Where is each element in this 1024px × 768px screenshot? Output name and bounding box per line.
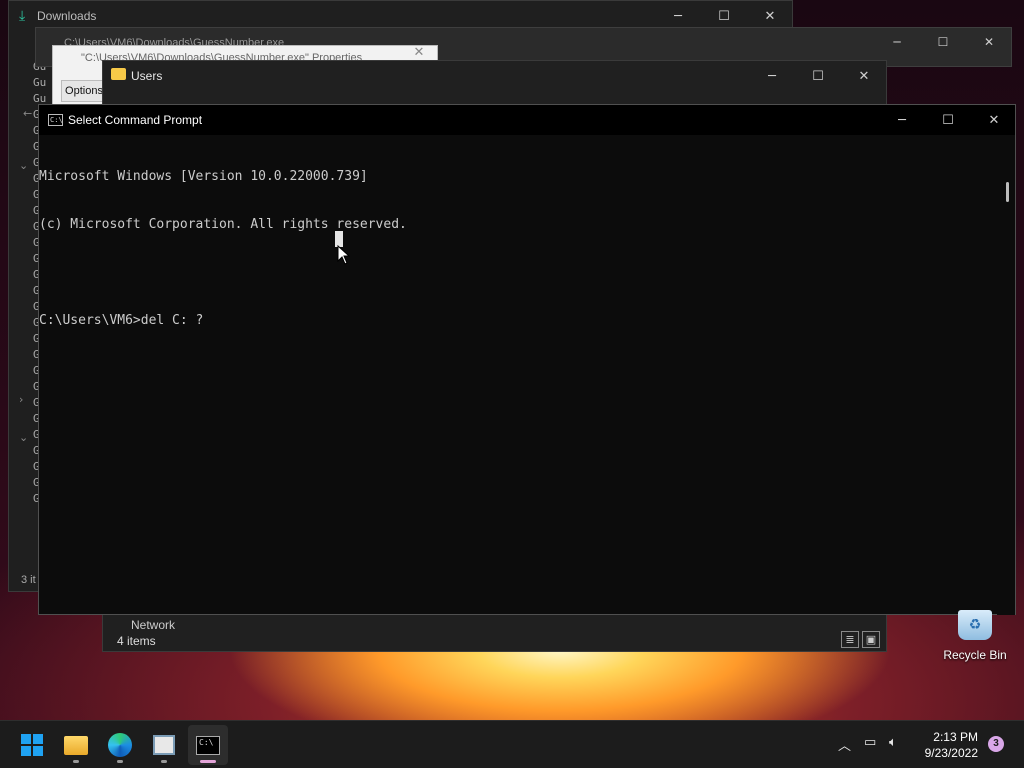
- command-prompt-icon: C:\: [196, 735, 220, 755]
- mouse-pointer-icon: [337, 245, 351, 265]
- application-window-icon: [153, 735, 175, 755]
- chevron-down-icon[interactable]: ⌄: [19, 431, 28, 444]
- close-icon: ✕: [983, 35, 995, 49]
- details-view-icon[interactable]: ≣: [841, 631, 859, 648]
- folder-icon: [111, 68, 126, 80]
- windows-logo-icon: [21, 734, 43, 756]
- sidebar-item-network[interactable]: Network: [131, 618, 175, 632]
- guessnumber-close-button[interactable]: ✕: [966, 28, 1012, 56]
- cmd-scrollbar[interactable]: [997, 135, 1015, 615]
- file-explorer-icon: [64, 735, 88, 755]
- maximize-icon: ☐: [718, 8, 730, 24]
- cmd-close-button[interactable]: ✕: [971, 105, 1017, 135]
- close-icon: ✕: [764, 8, 776, 24]
- command-prompt-icon: C:\: [48, 114, 63, 126]
- list-item[interactable]: Gu: [33, 75, 46, 91]
- chevron-up-icon[interactable]: ︿: [838, 735, 851, 754]
- close-icon: ✕: [988, 112, 1000, 128]
- console-line: C:\Users\VM6>del C: ?: [39, 313, 204, 328]
- downloads-status-text: 3 it: [21, 574, 36, 586]
- taskbar-properties-app[interactable]: [144, 725, 184, 765]
- users-minimize-button[interactable]: ─: [749, 61, 795, 91]
- taskbar-file-explorer[interactable]: [56, 725, 96, 765]
- console-output[interactable]: Microsoft Windows [Version 10.0.22000.73…: [39, 137, 999, 361]
- console-line: (c) Microsoft Corporation. All rights re…: [39, 217, 407, 232]
- start-button[interactable]: [12, 725, 52, 765]
- download-icon: ⤓: [19, 8, 26, 24]
- chevron-down-icon[interactable]: ⌄: [19, 159, 28, 172]
- taskbar: C:\ ︿ ▭ 🔈︎ 2:13 PM 9/23/2022 3: [0, 720, 1024, 768]
- clock-date: 9/23/2022: [924, 746, 978, 760]
- close-icon: ✕: [413, 44, 425, 60]
- cmd-window-title: Select Command Prompt: [68, 113, 203, 127]
- cmd-minimize-button[interactable]: ─: [879, 105, 925, 135]
- taskbar-clock[interactable]: 2:13 PM 9/23/2022: [925, 729, 978, 761]
- cmd-maximize-button[interactable]: ☐: [925, 105, 971, 135]
- recycle-bin-shortcut[interactable]: ♻ Recycle Bin: [940, 610, 1010, 662]
- minimize-icon: ─: [898, 112, 906, 128]
- maximize-icon: ☐: [812, 68, 824, 84]
- tab-options[interactable]: Options: [61, 80, 107, 102]
- recycle-bin-label: Recycle Bin: [943, 648, 1007, 662]
- back-arrow-icon[interactable]: ←: [23, 107, 32, 120]
- taskbar-edge[interactable]: [100, 725, 140, 765]
- notification-badge[interactable]: 3: [988, 736, 1004, 752]
- guessnumber-maximize-button[interactable]: ☐: [920, 28, 966, 56]
- minimize-icon: ─: [893, 35, 901, 49]
- recycle-bin-icon: ♻: [958, 610, 992, 640]
- maximize-icon: ☐: [942, 112, 954, 128]
- clock-time: 2:13 PM: [933, 730, 978, 744]
- guessnumber-minimize-button[interactable]: ─: [874, 28, 920, 56]
- maximize-icon: ☐: [937, 35, 949, 49]
- chevron-right-icon[interactable]: ›: [19, 393, 23, 406]
- close-icon: ✕: [858, 68, 870, 84]
- users-status-text: 4 items: [117, 634, 156, 648]
- users-window-title: Users: [131, 69, 163, 83]
- taskbar-command-prompt[interactable]: C:\: [188, 725, 228, 765]
- scroll-thumb[interactable]: [1006, 182, 1009, 202]
- network-icon[interactable]: ▭: [864, 735, 876, 750]
- minimize-icon: ─: [768, 68, 776, 84]
- console-line: Microsoft Windows [Version 10.0.22000.73…: [39, 169, 368, 184]
- users-maximize-button[interactable]: ☐: [795, 61, 841, 91]
- downloads-window-title: Downloads: [37, 9, 97, 23]
- cmd-title-bar[interactable]: C:\ Select Command Prompt ─ ☐ ✕: [39, 105, 1015, 135]
- command-prompt-window[interactable]: C:\ Select Command Prompt ─ ☐ ✕ Microsof…: [38, 104, 1016, 615]
- minimize-icon: ─: [674, 8, 682, 24]
- speaker-icon[interactable]: 🔈︎: [889, 735, 897, 750]
- large-icons-view-icon[interactable]: ▣: [862, 631, 880, 648]
- edge-browser-icon: [108, 733, 132, 757]
- users-close-button[interactable]: ✕: [841, 61, 887, 91]
